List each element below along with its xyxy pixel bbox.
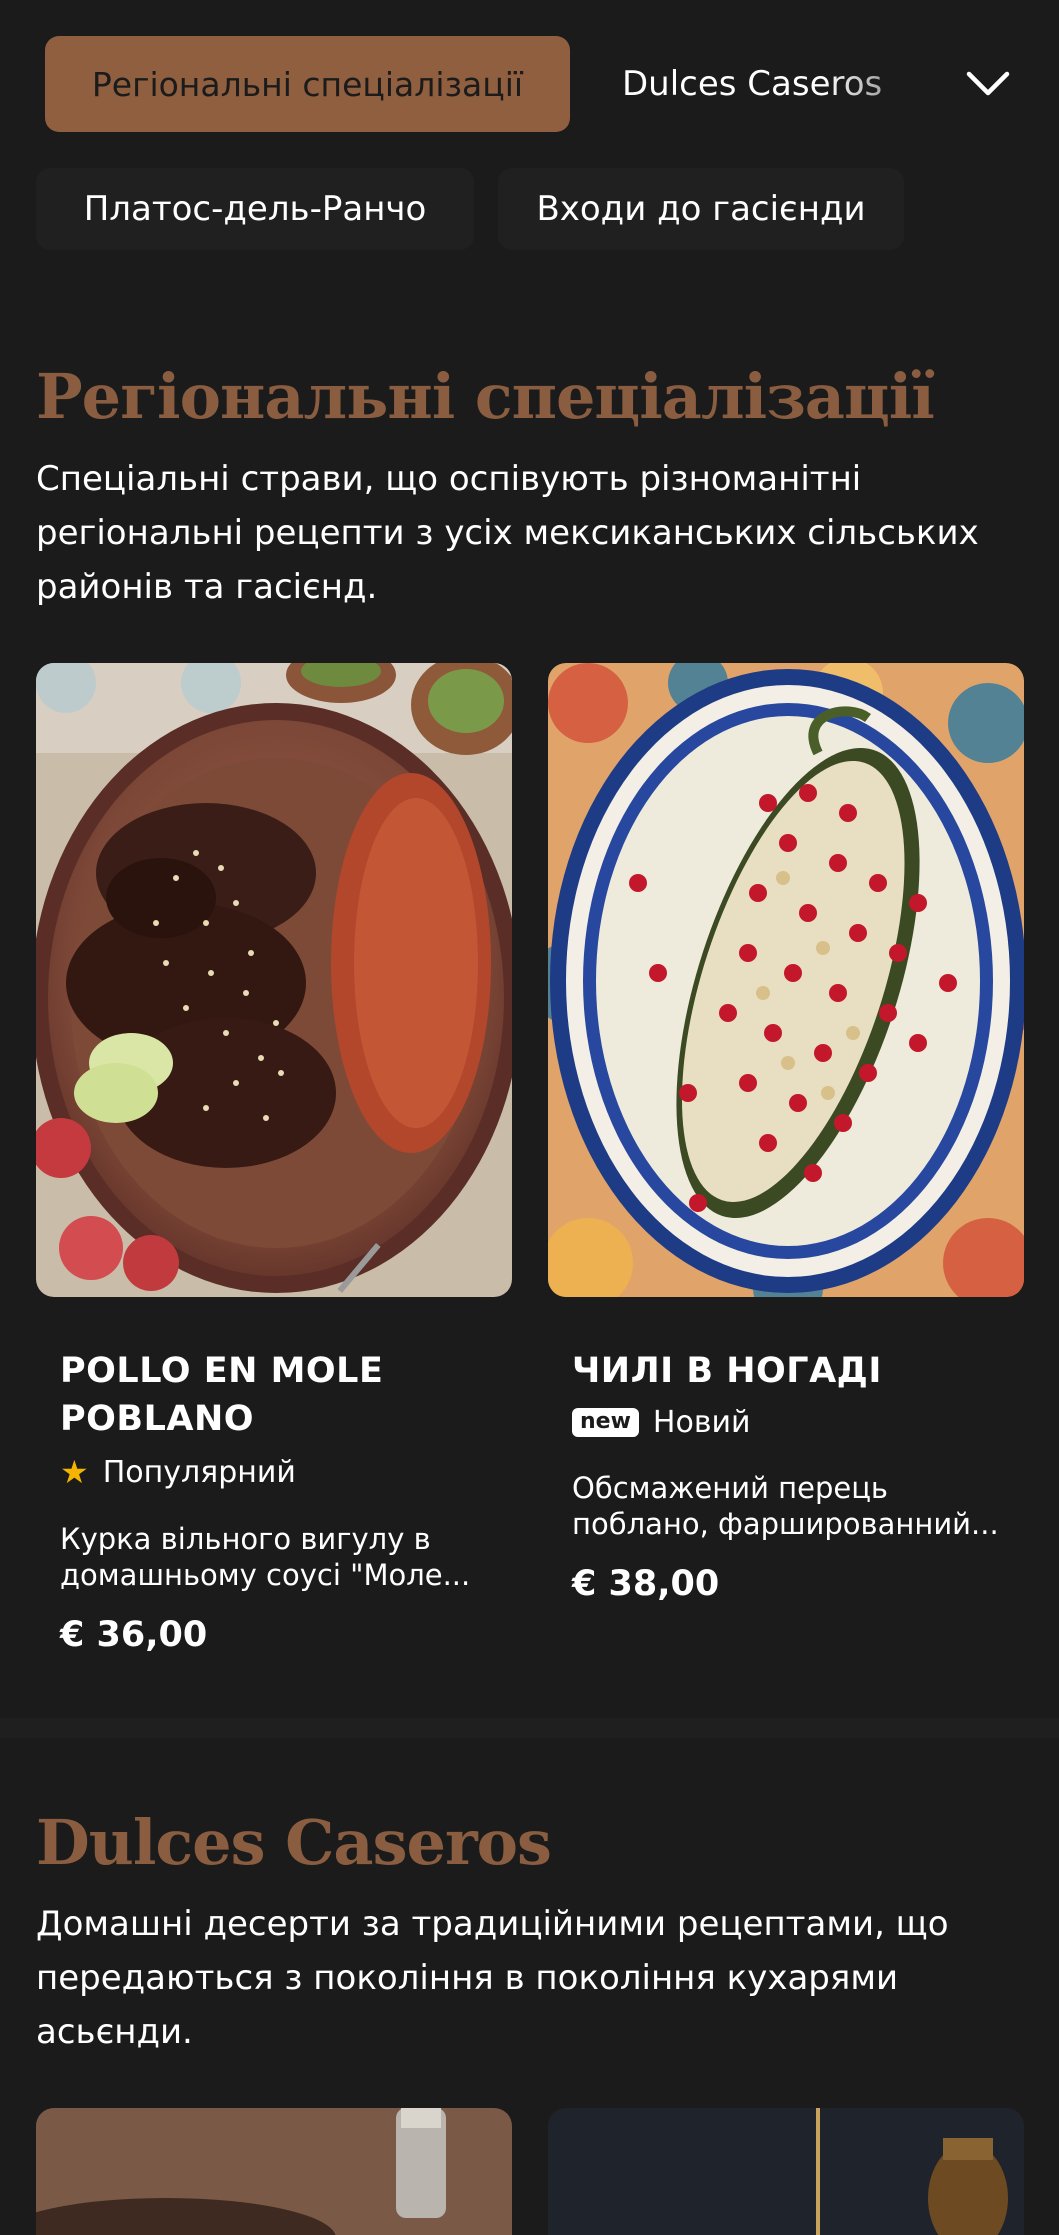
dish-photo-dessert xyxy=(36,2108,512,2235)
menu-item-name: POLLO EN MOLE POBLANO xyxy=(60,1351,384,1439)
section-title: Регіональні спеціалізації xyxy=(36,360,935,433)
new-badge: new xyxy=(572,1408,639,1437)
category-chip-entradas[interactable]: Входи до гасієнди xyxy=(498,168,904,250)
menu-item-price: € 36,00 xyxy=(60,1615,208,1655)
section-description: Спеціальні страви, що оспівують різноман… xyxy=(36,459,979,607)
category-nav-row2: Платос-дель-Ранчо Входи до гасієнди xyxy=(0,160,1059,255)
menu-item-body: POLLO EN MOLE POBLANO ★ Популярний Курка… xyxy=(36,1347,512,1655)
menu-item-description: Обсмажений перець поблано, фаршированний… xyxy=(572,1471,999,1541)
category-chip-label: Входи до гасієнди xyxy=(536,189,866,229)
menu-item-card[interactable]: POLLO EN MOLE POBLANO ★ Популярний Курка… xyxy=(36,663,512,1655)
tag-label: Популярний xyxy=(102,1454,296,1490)
tag-label: Новий xyxy=(652,1405,751,1440)
category-chip-label: Платос-дель-Ранчо xyxy=(83,189,427,229)
menu-item-price: € 38,00 xyxy=(572,1564,720,1604)
new-tag: new Новий xyxy=(572,1405,1000,1440)
menu-item-body: ЧИЛІ В НОГАДІ new Новий Обсмажений перец… xyxy=(548,1347,1024,1604)
menu-item-card[interactable]: ЧИЛІ В НОГАДІ new Новий Обсмажений перец… xyxy=(548,663,1024,1604)
category-chip-active[interactable]: Регіональні спеціалізації xyxy=(45,36,570,132)
category-chip-label: Регіональні спеціалізації xyxy=(91,64,524,104)
category-nav: Регіональні спеціалізації Dulces Caseros xyxy=(0,0,1059,165)
menu-item-card[interactable] xyxy=(548,2108,1024,2235)
menu-item-description: Курка вільного вигулу в домашньому соусі… xyxy=(60,1522,471,1592)
category-chip-next[interactable]: Dulces Caseros xyxy=(622,36,910,132)
dish-photo-mole xyxy=(36,663,512,1297)
menu-item-card[interactable] xyxy=(36,2108,512,2235)
popular-tag: ★ Популярний xyxy=(60,1453,488,1491)
category-dropdown-button[interactable] xyxy=(956,52,1020,116)
category-chip-platos[interactable]: Платос-дель-Ранчо xyxy=(36,168,474,250)
dish-photo-dessert xyxy=(548,2108,1024,2235)
section-divider xyxy=(0,1718,1059,1738)
section-description: Домашні десерти за традиційними рецептам… xyxy=(36,1904,949,2052)
section-title: Dulces Caseros xyxy=(36,1806,552,1879)
star-icon: ★ xyxy=(60,1453,89,1491)
menu-item-name: ЧИЛІ В НОГАДІ xyxy=(572,1351,882,1391)
chevron-down-icon xyxy=(966,71,1010,96)
dish-photo-chiles-en-nogada xyxy=(548,663,1024,1297)
category-chip-label: Dulces Caseros xyxy=(622,64,883,104)
